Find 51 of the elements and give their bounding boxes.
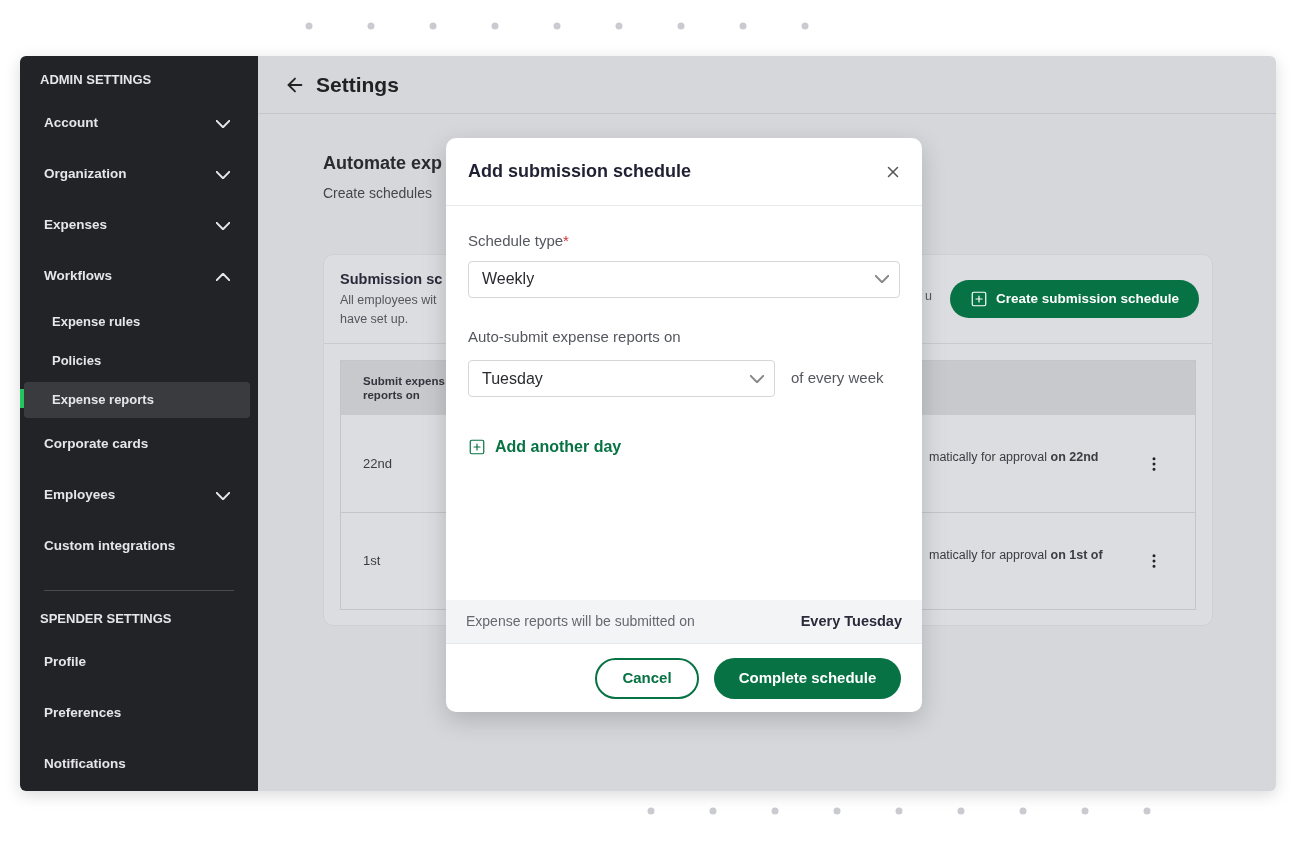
sidebar-subitem[interactable]: Expense rules <box>24 303 250 340</box>
field-suffix: of every week <box>791 368 884 389</box>
required-mark: * <box>563 231 569 251</box>
section-heading: ADMIN SETTINGS <box>39 71 153 89</box>
summary-label: Expense reports will be submitted on <box>466 612 695 631</box>
sidebar-item[interactable]: Organization <box>20 149 258 200</box>
active-indicator <box>20 389 24 408</box>
cancel-button[interactable]: Cancel <box>595 657 699 699</box>
section-heading: SPENDER SETTINGS <box>39 610 173 628</box>
table-cell-text: matically for approval on 22nd <box>929 449 1100 467</box>
chevron-down-icon <box>875 275 889 283</box>
create-schedule-button[interactable]: Create submission schedule <box>949 280 1199 318</box>
sidebar-item[interactable]: Employees <box>20 470 258 521</box>
schedule-type-select[interactable]: Weekly <box>468 260 900 298</box>
sidebar-item[interactable]: Workflows <box>20 251 258 302</box>
card-description: have set up. <box>340 310 410 328</box>
field-label: Auto-submit expense reports on <box>468 326 682 347</box>
sidebar-item[interactable]: Expenses <box>20 200 258 251</box>
column-header: reports on <box>363 388 420 402</box>
chevron-down-icon <box>216 491 230 500</box>
plus-icon <box>969 290 988 308</box>
card-title: Submission sc <box>340 270 444 290</box>
table-cell-text: matically for approval on 1st of <box>929 546 1104 564</box>
chevron-down-icon <box>750 374 764 383</box>
complete-schedule-button[interactable]: Complete schedule <box>714 657 901 699</box>
chevron-up-icon <box>216 272 230 281</box>
page-title: Automate exp <box>323 152 443 175</box>
chevron-down-icon <box>216 119 230 128</box>
table-cell-text: 22nd <box>363 454 393 473</box>
sidebar-item[interactable]: Notifications <box>20 739 258 790</box>
field-label: Schedule type <box>468 231 564 251</box>
table-cell-text: 1st <box>363 552 382 571</box>
day-select[interactable]: Tuesday <box>468 360 775 397</box>
plus-icon <box>468 438 486 456</box>
sidebar-item[interactable]: Custom integrations <box>20 521 258 572</box>
sidebar-subitem[interactable]: Policies <box>24 342 250 379</box>
page-subtitle: Create schedules <box>323 184 432 203</box>
card-description: All employees wit <box>340 292 438 310</box>
summary-value: Every Tuesday <box>800 611 902 631</box>
chevron-down-icon <box>216 221 230 230</box>
sidebar-item[interactable]: Preferences <box>20 688 258 739</box>
sidebar-item[interactable]: Profile <box>20 637 258 688</box>
card-description: u <box>925 287 932 305</box>
add-day-link[interactable]: Add another day <box>468 435 622 459</box>
sidebar-item[interactable]: Account <box>20 98 258 149</box>
chevron-down-icon <box>216 170 230 179</box>
sidebar-item[interactable]: Corporate cards <box>20 419 258 470</box>
sidebar-subitem[interactable]: Expense reports <box>24 381 250 418</box>
modal-title: Add submission schedule <box>468 160 692 183</box>
page-header-title: Settings <box>316 71 399 98</box>
column-header: Submit expens <box>363 374 445 388</box>
